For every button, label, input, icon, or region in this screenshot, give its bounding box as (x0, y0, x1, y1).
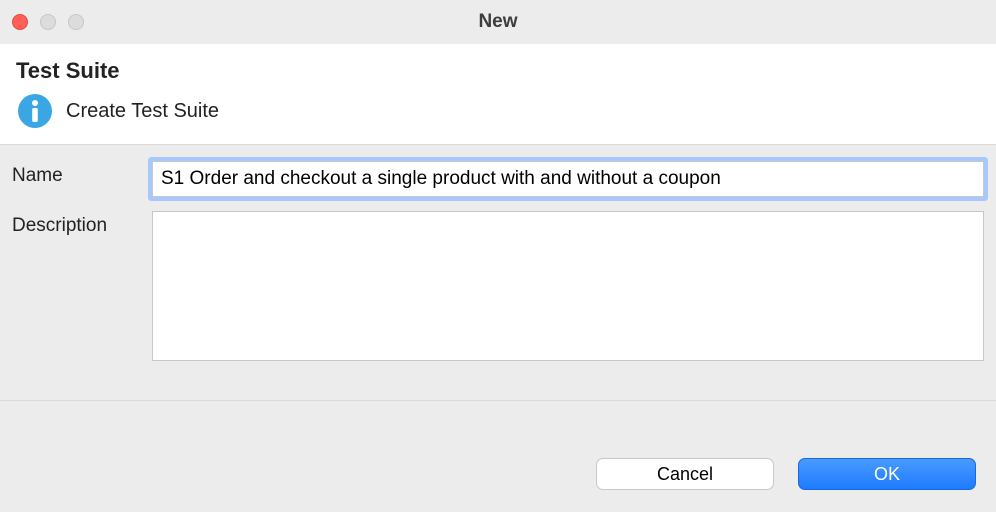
name-row: Name (12, 161, 984, 197)
ok-button[interactable]: OK (798, 458, 976, 490)
form-area: Name Description (0, 145, 996, 401)
dialog-subheader: Create Test Suite (16, 94, 980, 128)
titlebar: New (0, 0, 996, 44)
maximize-window-button[interactable] (68, 14, 84, 30)
button-bar: Cancel OK (0, 440, 996, 512)
traffic-lights (12, 14, 84, 30)
name-input[interactable] (152, 161, 984, 197)
dialog-header: Test Suite Create Test Suite (0, 44, 996, 145)
minimize-window-button[interactable] (40, 14, 56, 30)
dialog-subtitle: Create Test Suite (66, 100, 219, 123)
cancel-button[interactable]: Cancel (596, 458, 774, 490)
window-title: New (0, 11, 996, 33)
name-label: Name (12, 161, 152, 187)
close-window-button[interactable] (12, 14, 28, 30)
description-input[interactable] (152, 211, 984, 361)
description-label: Description (12, 211, 152, 237)
dialog-title: Test Suite (16, 58, 980, 84)
info-icon (18, 94, 52, 128)
description-row: Description (12, 211, 984, 366)
